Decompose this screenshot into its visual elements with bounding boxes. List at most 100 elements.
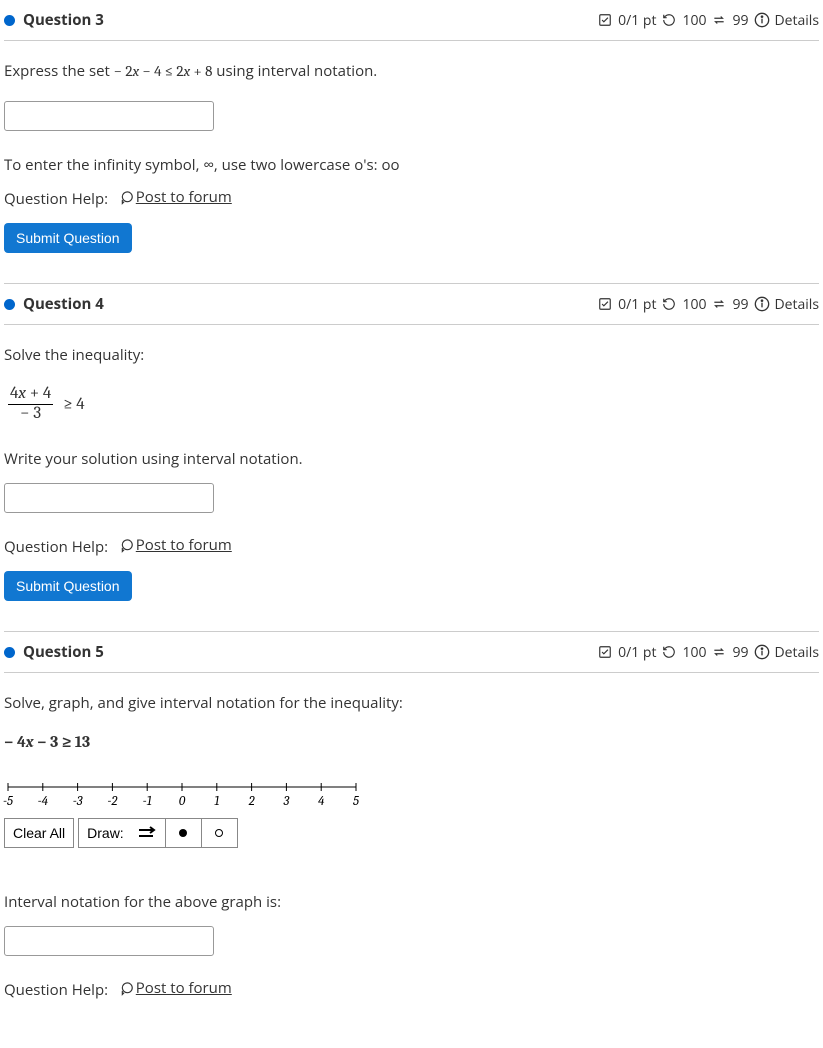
filled-dot-icon [179,829,187,837]
interval-input[interactable] [4,926,214,956]
ray-icon [137,826,157,840]
details-label: Details [774,643,819,662]
bullet-icon [4,15,15,26]
details-label: Details [774,11,819,30]
score-group: 0/1 pt 100 99 Details [598,11,819,30]
bullet-icon [4,299,15,310]
attempts-count: 99 [732,643,748,662]
score-text: 0/1 pt [618,11,656,30]
score-group: 0/1 pt 100 99 Details [598,295,819,314]
details-link[interactable]: Details [754,11,819,30]
svg-text:3: 3 [283,794,290,809]
question-title: Question 3 [23,10,598,30]
prompt-line: Solve the inequality: [4,345,819,365]
open-dot-tool-button[interactable] [202,818,238,848]
prompt-line: Express the set − 2x − 4 ≤ 2x + 8 using … [4,61,819,81]
post-forum-link[interactable]: Post to forum [120,187,232,207]
svg-text:4: 4 [318,794,325,809]
chat-icon [120,190,134,204]
help-link-text: Post to forum [136,978,232,998]
question-header: Question 3 0/1 pt 100 99 Details [4,0,819,41]
question-5: Question 5 0/1 pt 100 99 Details Solve, … [0,632,823,1000]
help-link-text: Post to forum [136,535,232,555]
question-4: Question 4 0/1 pt 100 99 Details Solve t… [0,284,823,632]
help-row: Question Help: Post to forum [4,535,819,557]
inequality: 4x + 4 − 3 ≥ 4 [8,385,819,423]
checkbox-icon [598,297,612,311]
interval-label: Interval notation for the above graph is… [4,892,819,912]
retry-icon [662,645,676,659]
post-forum-link[interactable]: Post to forum [120,535,232,555]
svg-text:-5: -5 [3,794,13,809]
svg-text:-1: -1 [143,794,152,809]
retry-icon [662,13,676,27]
fraction: 4x + 4 − 3 [8,385,53,423]
details-link[interactable]: Details [754,643,819,662]
tool-row: Clear All Draw: [4,818,819,848]
number-line-svg[interactable]: -5 -4 -3 -2 -1 0 1 2 3 4 5 [4,779,360,809]
bullet-icon [4,647,15,658]
question-body: Express the set − 2x − 4 ≤ 2x + 8 using … [4,41,819,273]
retry-count: 100 [682,295,706,314]
draw-label: Draw: [78,818,130,848]
question-header: Question 5 0/1 pt 100 99 Details [4,632,819,673]
chat-icon [120,981,134,995]
svg-text:2: 2 [248,794,255,809]
details-label: Details [774,295,819,314]
question-body: Solve the inequality: 4x + 4 − 3 ≥ 4 Wri… [4,325,819,621]
info-icon [754,644,770,660]
number-line[interactable]: -5 -4 -3 -2 -1 0 1 2 3 4 5 [4,779,819,814]
attempts-count: 99 [732,11,748,30]
question-body: Solve, graph, and give interval notation… [4,673,819,1000]
svg-text:1: 1 [214,794,219,809]
info-icon [754,296,770,312]
score-text: 0/1 pt [618,643,656,662]
retry-count: 100 [682,643,706,662]
post-forum-link[interactable]: Post to forum [120,978,232,998]
sub-prompt: Write your solution using interval notat… [4,449,819,469]
retry-icon [662,297,676,311]
answer-input[interactable] [4,483,214,513]
svg-text:0: 0 [179,794,186,809]
question-3: Question 3 0/1 pt 100 99 Details Express… [0,0,823,284]
svg-text:-4: -4 [38,794,49,809]
inequality-math: − 4x − 3 ≥ 13 [4,733,819,751]
closed-dot-tool-button[interactable] [166,818,202,848]
question-header: Question 4 0/1 pt 100 99 Details [4,284,819,325]
details-link[interactable]: Details [754,295,819,314]
attempts-count: 99 [732,295,748,314]
checkbox-icon [598,13,612,27]
svg-text:5: 5 [353,794,359,809]
geq-rhs: ≥ 4 [63,395,85,414]
help-row: Question Help: Post to forum [4,978,819,1000]
prompt-pre: Express the set [4,61,114,81]
prompt-line: Solve, graph, and give interval notation… [4,693,819,713]
help-label: Question Help: [4,980,108,1000]
answer-input[interactable] [4,101,214,131]
info-icon [754,12,770,28]
chat-icon [120,538,134,552]
ray-tool-button[interactable] [130,818,166,848]
score-text: 0/1 pt [618,295,656,314]
submit-button[interactable]: Submit Question [4,571,132,601]
help-link-text: Post to forum [136,187,232,207]
svg-text:-3: -3 [73,794,83,809]
checkbox-icon [598,645,612,659]
denominator: − 3 [18,405,43,424]
clear-all-button[interactable]: Clear All [4,818,74,848]
submit-button[interactable]: Submit Question [4,223,132,253]
question-title: Question 5 [23,642,598,662]
svg-text:-2: -2 [107,794,117,809]
numerator: 4x + 4 [8,385,53,405]
prompt-post: using interval notation. [212,61,377,81]
help-label: Question Help: [4,189,108,209]
prompt-math: − 2x − 4 ≤ 2x + 8 [114,62,213,80]
retry-count: 100 [682,11,706,30]
swap-icon [712,13,726,27]
hint-text: To enter the infinity symbol, ∞, use two… [4,155,819,175]
swap-icon [712,645,726,659]
score-group: 0/1 pt 100 99 Details [598,643,819,662]
help-label: Question Help: [4,537,108,557]
open-dot-icon [214,828,225,839]
help-row: Question Help: Post to forum [4,187,819,209]
